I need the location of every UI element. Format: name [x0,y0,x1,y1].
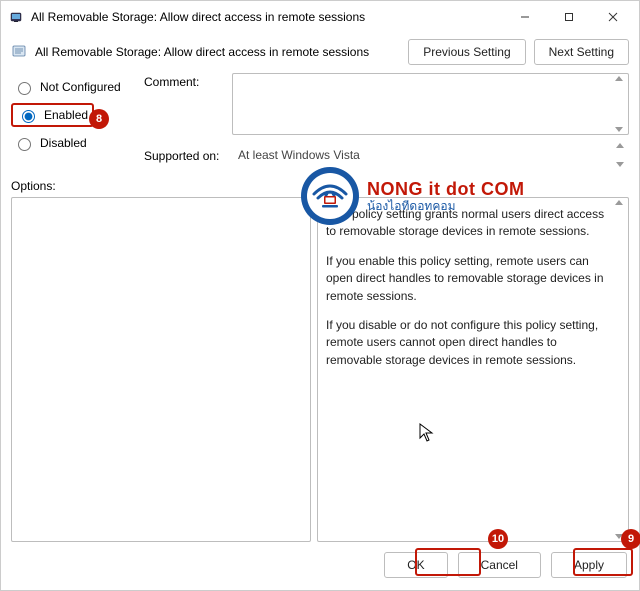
comment-row: Comment: [144,73,629,135]
close-button[interactable] [591,2,635,32]
radio-not-configured[interactable]: Not Configured [11,75,136,99]
help-paragraph: If you enable this policy setting, remot… [326,253,610,305]
config-area: Not Configured Enabled Disabled Comment: [1,73,639,173]
policy-title: All Removable Storage: Allow direct acce… [35,45,400,59]
radio-label: Not Configured [40,80,121,94]
maximize-button[interactable] [547,2,591,32]
scroll-down-icon[interactable] [615,127,623,132]
help-scrollbar[interactable] [612,200,626,539]
apply-button[interactable]: Apply [551,552,627,578]
options-label: Options: [11,179,311,193]
help-pane[interactable]: This policy setting grants normal users … [317,197,629,542]
policy-icon [11,44,27,60]
comment-scrollbar[interactable] [612,76,626,132]
scroll-up-icon[interactable] [615,76,623,81]
radio-disabled[interactable]: Disabled [11,131,136,155]
policy-dialog-window: All Removable Storage: Allow direct acce… [0,0,640,591]
radio-enabled-input[interactable] [22,110,35,123]
scroll-down-icon [616,162,624,167]
window-title: All Removable Storage: Allow direct acce… [31,10,503,24]
window-controls [503,2,635,32]
radio-disabled-input[interactable] [18,138,31,151]
next-setting-button[interactable]: Next Setting [534,39,629,65]
scroll-up-icon [616,143,624,148]
previous-setting-button[interactable]: Previous Setting [408,39,525,65]
supported-scrollbar [613,143,627,167]
help-paragraph: This policy setting grants normal users … [326,206,610,241]
policy-header: All Removable Storage: Allow direct acce… [1,33,639,73]
options-pane[interactable] [11,197,311,542]
titlebar: All Removable Storage: Allow direct acce… [1,1,639,33]
scroll-up-icon[interactable] [615,200,623,205]
radio-not-configured-input[interactable] [18,82,31,95]
radio-label: Disabled [40,136,87,150]
ok-button[interactable]: OK [384,552,447,578]
cancel-button[interactable]: Cancel [458,552,541,578]
pane-labels: Options: Help: [1,173,639,197]
help-paragraph: If you disable or do not configure this … [326,317,610,369]
comment-textarea[interactable] [232,73,629,135]
scroll-down-icon[interactable] [615,534,623,539]
help-label: Help: [311,179,629,193]
supported-row: Supported on: At least Windows Vista [144,141,629,169]
minimize-button[interactable] [503,2,547,32]
supported-label: Supported on: [144,147,224,163]
radio-label: Enabled [44,108,88,122]
right-column: Comment: Supported on: At least Windows … [144,73,629,169]
nav-buttons: Previous Setting Next Setting [408,39,629,65]
app-icon [9,9,25,25]
dialog-buttons: OK Cancel Apply [1,542,639,590]
panes: This policy setting grants normal users … [1,197,639,542]
comment-label: Comment: [144,73,224,89]
radio-enabled[interactable]: Enabled [17,107,88,123]
supported-on-value: At least Windows Vista [232,141,629,169]
state-radiogroup: Not Configured Enabled Disabled [11,73,136,169]
